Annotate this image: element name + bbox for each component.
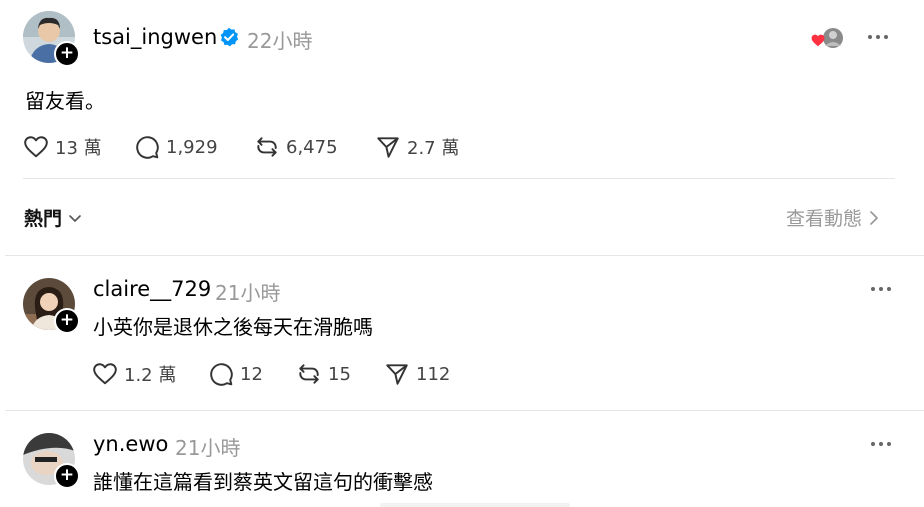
share-count: 112 (416, 363, 451, 385)
reply-count: 1,929 (166, 136, 218, 158)
divider (5, 255, 924, 256)
repost-button[interactable]: 15 (296, 360, 351, 388)
reply-button[interactable]: 12 (208, 360, 263, 388)
share-button[interactable]: 112 (384, 360, 450, 388)
heart-icon (24, 136, 48, 158)
reply-button[interactable]: 1,929 (134, 133, 218, 161)
comment-text: 小英你是退休之後每天在滑脆嗎 (93, 315, 373, 339)
repost-count: 15 (328, 363, 351, 385)
follow-plus-icon[interactable]: + (54, 308, 80, 334)
liked-by-avatars[interactable] (811, 27, 845, 49)
verified-badge-icon (220, 27, 239, 47)
send-icon (377, 137, 399, 158)
divider (23, 178, 895, 179)
comment-icon (210, 363, 233, 386)
repost-icon (257, 137, 277, 157)
view-activity-link[interactable]: 查看動態 (786, 204, 880, 231)
sort-label: 熱門 (24, 208, 63, 230)
post-more-options-icon[interactable] (868, 35, 890, 41)
post-text: 留友看。 (25, 89, 105, 113)
comment-text: 誰懂在這篇看到蔡英文留這句的衝擊感 (93, 470, 433, 494)
repost-button[interactable]: 6,475 (254, 133, 338, 161)
like-button[interactable]: 13 萬 (23, 133, 102, 161)
post-time: 22小時 (247, 29, 313, 53)
comment-time: 21小時 (215, 281, 281, 305)
share-button[interactable]: 2.7 萬 (375, 133, 459, 161)
comment-time: 21小時 (175, 436, 241, 460)
sort-dropdown[interactable]: 熱門 (24, 204, 82, 231)
comment-username[interactable]: claire__729 (93, 277, 211, 301)
like-button[interactable]: 1.2 萬 (92, 360, 176, 388)
view-activity-label: 查看動態 (786, 208, 863, 230)
comment-icon (136, 136, 159, 159)
repost-icon (299, 364, 319, 384)
comment-more-options-icon[interactable] (871, 287, 893, 293)
comment-username[interactable]: yn.ewo (93, 432, 168, 456)
chevron-right-icon (870, 210, 878, 225)
comment-more-options-icon[interactable] (871, 442, 893, 448)
divider (5, 410, 924, 411)
chevron-down-icon (69, 214, 81, 222)
post-username[interactable]: tsai_ingwen (93, 25, 217, 49)
heart-icon (93, 363, 117, 385)
follow-plus-icon[interactable]: + (54, 463, 80, 489)
heart-icon (811, 34, 825, 47)
scroll-fade (380, 503, 570, 507)
reply-count: 12 (240, 363, 263, 385)
like-count: 13 萬 (55, 138, 102, 159)
send-icon (386, 364, 408, 385)
follow-plus-icon[interactable]: + (54, 41, 80, 67)
repost-count: 6,475 (286, 136, 338, 158)
share-count: 2.7 萬 (407, 138, 460, 159)
like-count: 1.2 萬 (124, 365, 177, 386)
